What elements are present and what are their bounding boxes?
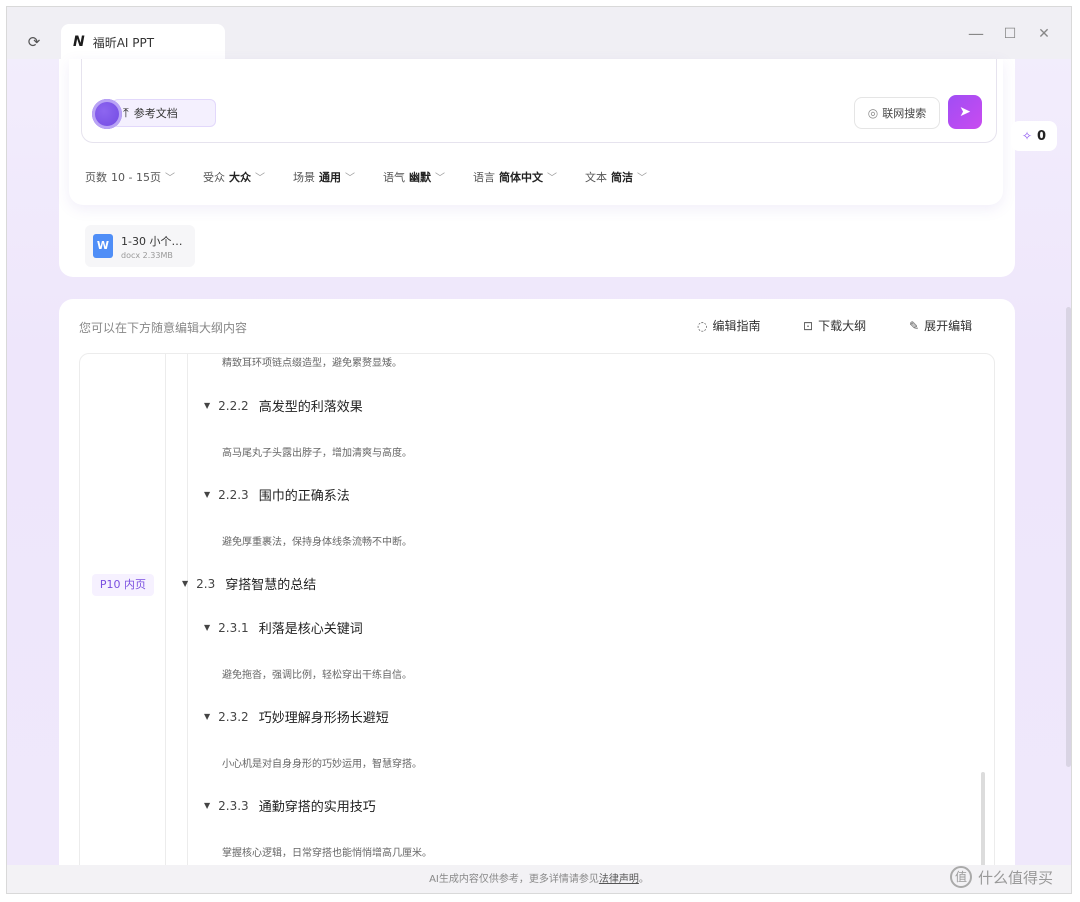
edit-guide-button[interactable]: ◌ 编辑指南 — [697, 317, 761, 334]
expand-edit-button[interactable]: ✎ 展开编辑 — [909, 317, 972, 334]
outline-desc[interactable]: 避免厚重裹法，保持身体线条流畅不中断。 — [222, 533, 412, 548]
app-window: ⟳ N 福昕AI PPT — ☐ ✕ ⤒ 参考文档 ◎ 联网搜索 ➤ 页数 10… — [6, 6, 1072, 894]
watermark-logo-icon: 值 — [950, 866, 972, 888]
watermark: 值 什么值得买 — [950, 866, 1053, 888]
refresh-icon[interactable]: ⟳ — [25, 33, 43, 51]
outline-heading-3[interactable]: ▼ 2.2.2 高发型的利落效果 — [204, 396, 363, 416]
web-search-label: 联网搜索 — [882, 107, 927, 120]
outline-desc[interactable]: 避免拖沓，强调比例，轻松穿出干练自信。 — [222, 666, 412, 681]
download-icon: ⊡ — [803, 318, 814, 333]
watermark-text: 什么值得买 — [978, 868, 1054, 887]
option-tone[interactable]: 语气 幽默 ﹀ — [383, 169, 445, 185]
download-outline-button[interactable]: ⊡ 下载大纲 — [803, 317, 866, 334]
attached-file[interactable]: W 1-30 小个… docx 2.33MB — [85, 225, 195, 267]
prompt-card: ⤒ 参考文档 ◎ 联网搜索 ➤ 页数 10 - 15页 ﹀ 受众 大众 ﹀ 场景 通用 ﹀ … — [59, 59, 1015, 277]
prompt-inner-card: ⤒ 参考文档 ◎ 联网搜索 ➤ 页数 10 - 15页 ﹀ 受众 大众 ﹀ 场景 通用 ﹀ … — [69, 59, 1003, 205]
tab-foxit-ai-ppt[interactable]: N 福昕AI PPT — [61, 24, 225, 60]
caret-down-icon[interactable]: ▼ — [204, 712, 210, 721]
outline-desc[interactable]: 高马尾丸子头露出脖子，增加清爽与高度。 — [222, 444, 412, 459]
outline-desc[interactable]: 精致耳环项链点缀造型，避免累赘显矮。 — [222, 354, 402, 369]
chevron-down-icon: ﹀ — [636, 173, 647, 184]
file-meta: docx 2.33MB — [121, 251, 173, 260]
chevron-down-icon: ﹀ — [164, 173, 175, 184]
web-search-button[interactable]: ◎ 联网搜索 — [854, 97, 940, 129]
chevron-down-icon: ﹀ — [434, 173, 445, 184]
outline-heading-2[interactable]: ▼ 2.3 穿搭智慧的总结 — [182, 574, 316, 594]
app-logo-icon: N — [73, 34, 85, 50]
generation-options: 页数 10 - 15页 ﹀ 受众 大众 ﹀ 场景 通用 ﹀ 语气 幽默 ﹀ 语言 简体中文 ﹀ 文本… — [85, 167, 675, 187]
send-icon: ➤ — [959, 104, 971, 120]
edit-icon: ✎ — [909, 318, 920, 333]
option-scene[interactable]: 场景 通用 ﹀ — [293, 169, 355, 185]
file-name: 1-30 小个… — [121, 235, 183, 248]
outline-editor[interactable]: P10 内页 精致耳环项链点缀造型，避免累赘显矮。 ▼ 2.2.2 高发型的利落… — [79, 353, 995, 883]
option-text[interactable]: 文本 简洁 ﹀ — [585, 169, 647, 185]
option-pages[interactable]: 页数 10 - 15页 ﹀ — [85, 169, 175, 185]
minimize-button[interactable]: — — [965, 23, 987, 45]
caret-down-icon[interactable]: ▼ — [204, 623, 210, 632]
option-language[interactable]: 语言 简体中文 ﹀ — [473, 169, 557, 185]
tab-label: 福昕AI PPT — [92, 35, 155, 50]
outline-heading-3[interactable]: ▼ 2.3.1 利落是核心关键词 — [204, 618, 363, 638]
footer-disclaimer: AI生成内容仅供参考，更多详情请参见法律声明。 — [7, 865, 1071, 893]
outline-heading-3[interactable]: ▼ 2.2.3 围巾的正确系法 — [204, 485, 350, 505]
maximize-button[interactable]: ☐ — [999, 23, 1021, 45]
outline-heading-3[interactable]: ▼ 2.3.2 巧妙理解身形扬长避短 — [204, 707, 389, 727]
reference-doc-button[interactable]: ⤒ 参考文档 — [112, 99, 216, 127]
upload-icon: ⤒ — [123, 105, 129, 121]
option-audience[interactable]: 受众 大众 ﹀ — [203, 169, 265, 185]
chevron-down-icon: ﹀ — [546, 173, 557, 184]
chevron-down-icon: ﹀ — [254, 173, 265, 184]
word-file-icon: W — [93, 234, 113, 258]
caret-down-icon[interactable]: ▼ — [204, 801, 210, 810]
sparkle-icon: ✧ — [1021, 129, 1032, 143]
outline-desc[interactable]: 掌握核心逻辑，日常穿搭也能悄悄增高几厘米。 — [222, 844, 432, 859]
reference-doc-label: 参考文档 — [133, 107, 178, 120]
title-bar: ⟳ N 福昕AI PPT — ☐ ✕ — [7, 7, 1071, 60]
legal-notice-link[interactable]: 法律声明 — [599, 874, 639, 885]
outline-hint: 您可以在下方随意编辑大纲内容 — [79, 321, 248, 335]
globe-icon: ◎ — [867, 106, 879, 120]
page-tag[interactable]: P10 内页 — [92, 574, 154, 596]
outline-card: 您可以在下方随意编辑大纲内容 ◌ 编辑指南 ⊡ 下载大纲 ✎ 展开编辑 P10 … — [59, 299, 1015, 893]
tree-guide-line — [187, 354, 188, 882]
credits-badge[interactable]: ✧ 0 — [1011, 121, 1057, 151]
credits-value: 0 — [1037, 128, 1047, 144]
lightbulb-icon: ◌ — [697, 318, 708, 333]
assistant-avatar-icon — [92, 99, 122, 129]
caret-down-icon[interactable]: ▼ — [204, 490, 210, 499]
page-column: P10 内页 — [80, 354, 166, 882]
page-scrollbar[interactable] — [1066, 307, 1071, 767]
chevron-down-icon: ﹀ — [344, 173, 355, 184]
outline-desc[interactable]: 小心机是对自身身形的巧妙运用，智慧穿搭。 — [222, 755, 422, 770]
caret-down-icon[interactable]: ▼ — [182, 579, 188, 588]
outline-scrollbar[interactable] — [981, 772, 985, 872]
send-button[interactable]: ➤ — [948, 95, 982, 129]
outline-heading-3[interactable]: ▼ 2.3.3 通勤穿搭的实用技巧 — [204, 796, 376, 816]
close-button[interactable]: ✕ — [1033, 23, 1055, 45]
caret-down-icon[interactable]: ▼ — [204, 401, 210, 410]
prompt-input-box[interactable]: ⤒ 参考文档 ◎ 联网搜索 ➤ — [81, 59, 997, 143]
